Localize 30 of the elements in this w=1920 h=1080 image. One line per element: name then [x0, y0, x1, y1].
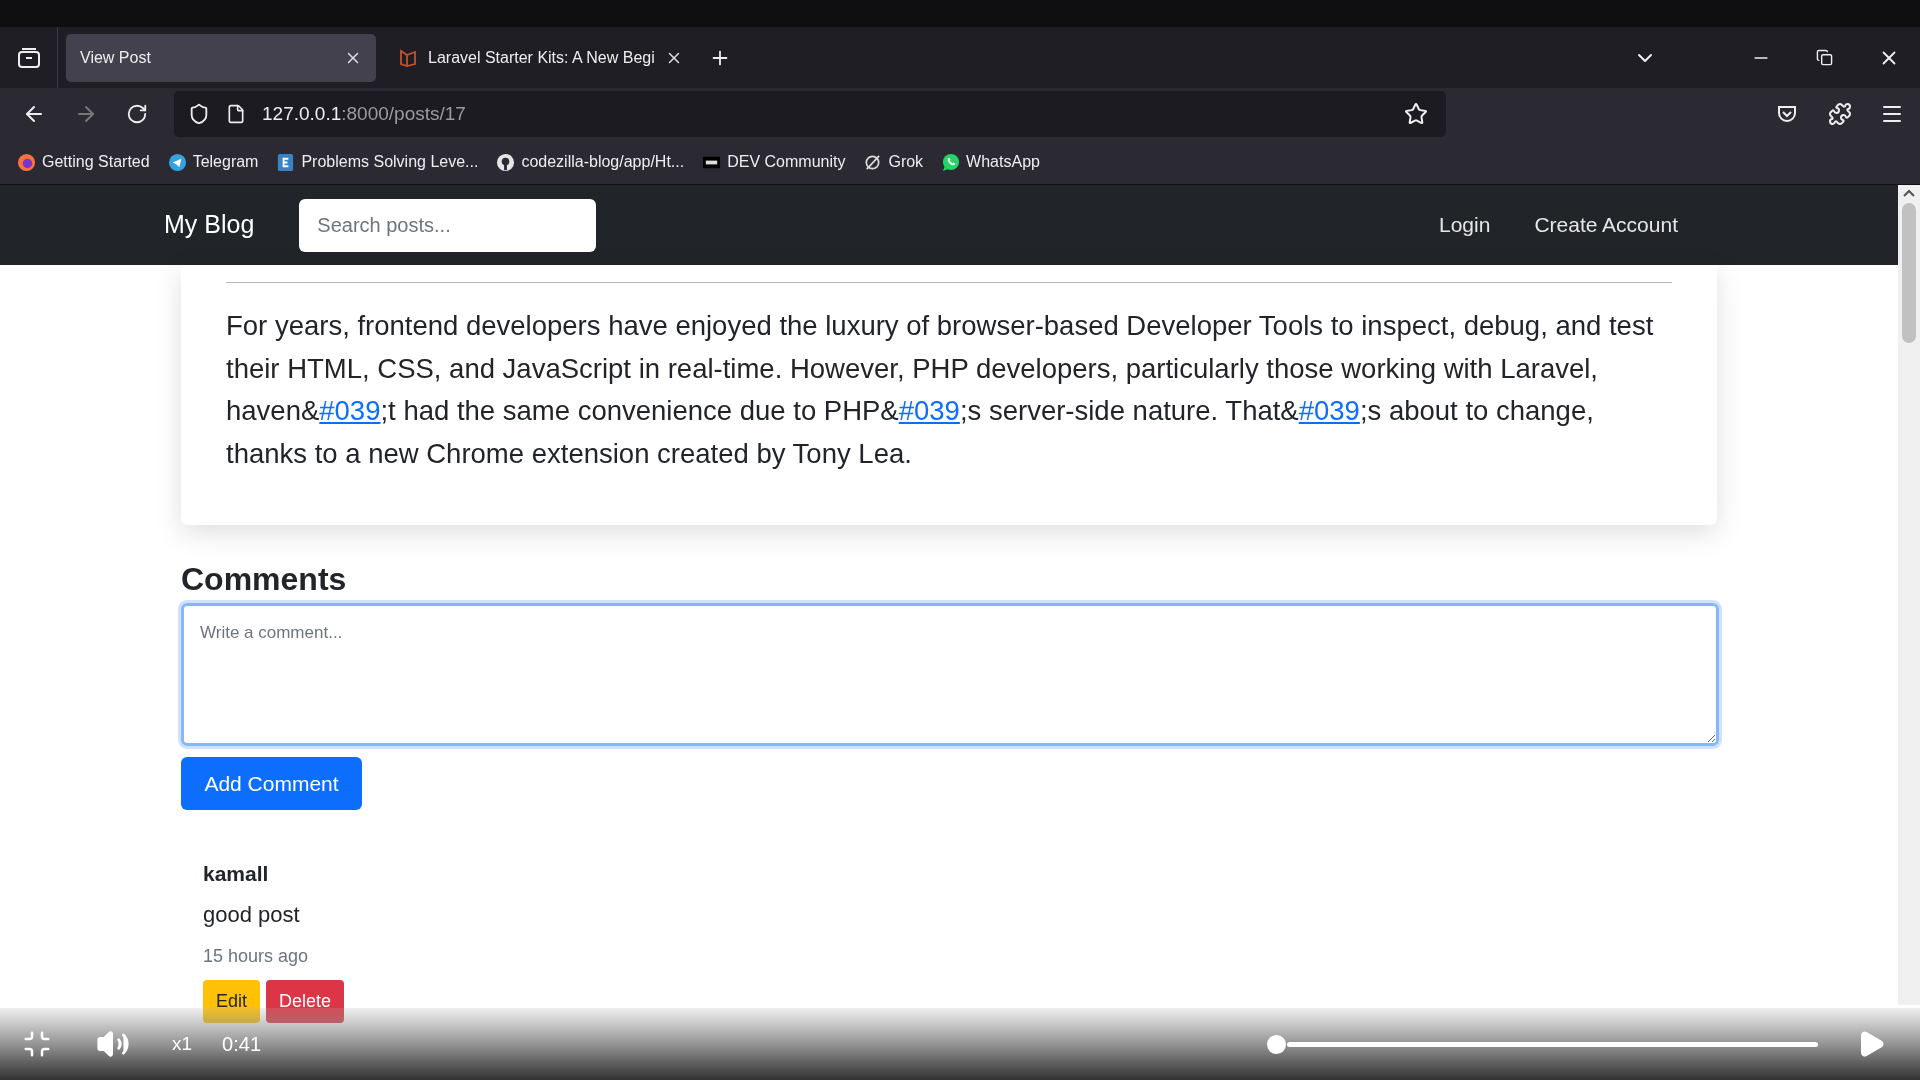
site-brand[interactable]: My Blog	[164, 206, 255, 244]
tab-title: Laravel Starter Kits: A New Begi	[428, 47, 655, 68]
search-field[interactable]: Search posts...	[299, 198, 597, 252]
comment-field[interactable]: Write a comment...	[181, 603, 1719, 746]
post-paragraph: For years, frontend developers have enjoyed the luxury of browser-based Developer Tools to inspect, debug, and test their HTML, CSS, and JavaScript in real-time. However, PHP developers, particularly those working with Laravel, haven&#039;t had the same convenience due to PHP&#039;s server-side nature. That&#039;s about to change, thanks to a new Chrome extension created by Tony Lea.	[226, 309, 1655, 471]
bookmark-item[interactable]: codezilla-blog/app/Ht...	[496, 150, 685, 174]
edit-button[interactable]: Edit	[203, 979, 261, 1023]
bookmark-item[interactable]: Telegram	[167, 150, 259, 174]
bookmark-item[interactable]: DEV Community	[702, 150, 846, 174]
comment-author: kamall	[203, 861, 270, 887]
text-link[interactable]: #039	[319, 395, 381, 426]
tab-title: View Post	[80, 47, 152, 68]
comment-text: good post	[203, 900, 301, 929]
bookmark-item[interactable]: Problems Solving Leve...	[276, 150, 479, 174]
text-link[interactable]: #039	[1298, 395, 1360, 426]
bookmark-item[interactable]: WhatsApp	[941, 150, 1040, 174]
nav-link[interactable]: Login	[1439, 209, 1491, 241]
playback-time: 0:41	[222, 1032, 261, 1057]
delete-button[interactable]: Delete	[266, 979, 345, 1023]
add-comment-button[interactable]: Add Comment	[181, 757, 362, 810]
browser-tab[interactable]: Laravel Starter Kits: A New Begi	[384, 33, 697, 82]
browser-tab[interactable]: View Post	[66, 33, 376, 82]
url-text: 127.0.0.1:8000/posts/17	[262, 101, 466, 126]
bookmark-item[interactable]: Getting Started	[17, 150, 150, 174]
bookmark-item[interactable]: Grok	[863, 150, 924, 174]
comment-time: 15 hours ago	[203, 944, 310, 968]
comments-heading: Comments	[181, 560, 348, 599]
nav-link[interactable]: Create Account	[1534, 209, 1678, 241]
text-link[interactable]: #039	[898, 395, 960, 426]
address-bar[interactable]: 127.0.0.1:8000/posts/17	[174, 91, 1446, 137]
